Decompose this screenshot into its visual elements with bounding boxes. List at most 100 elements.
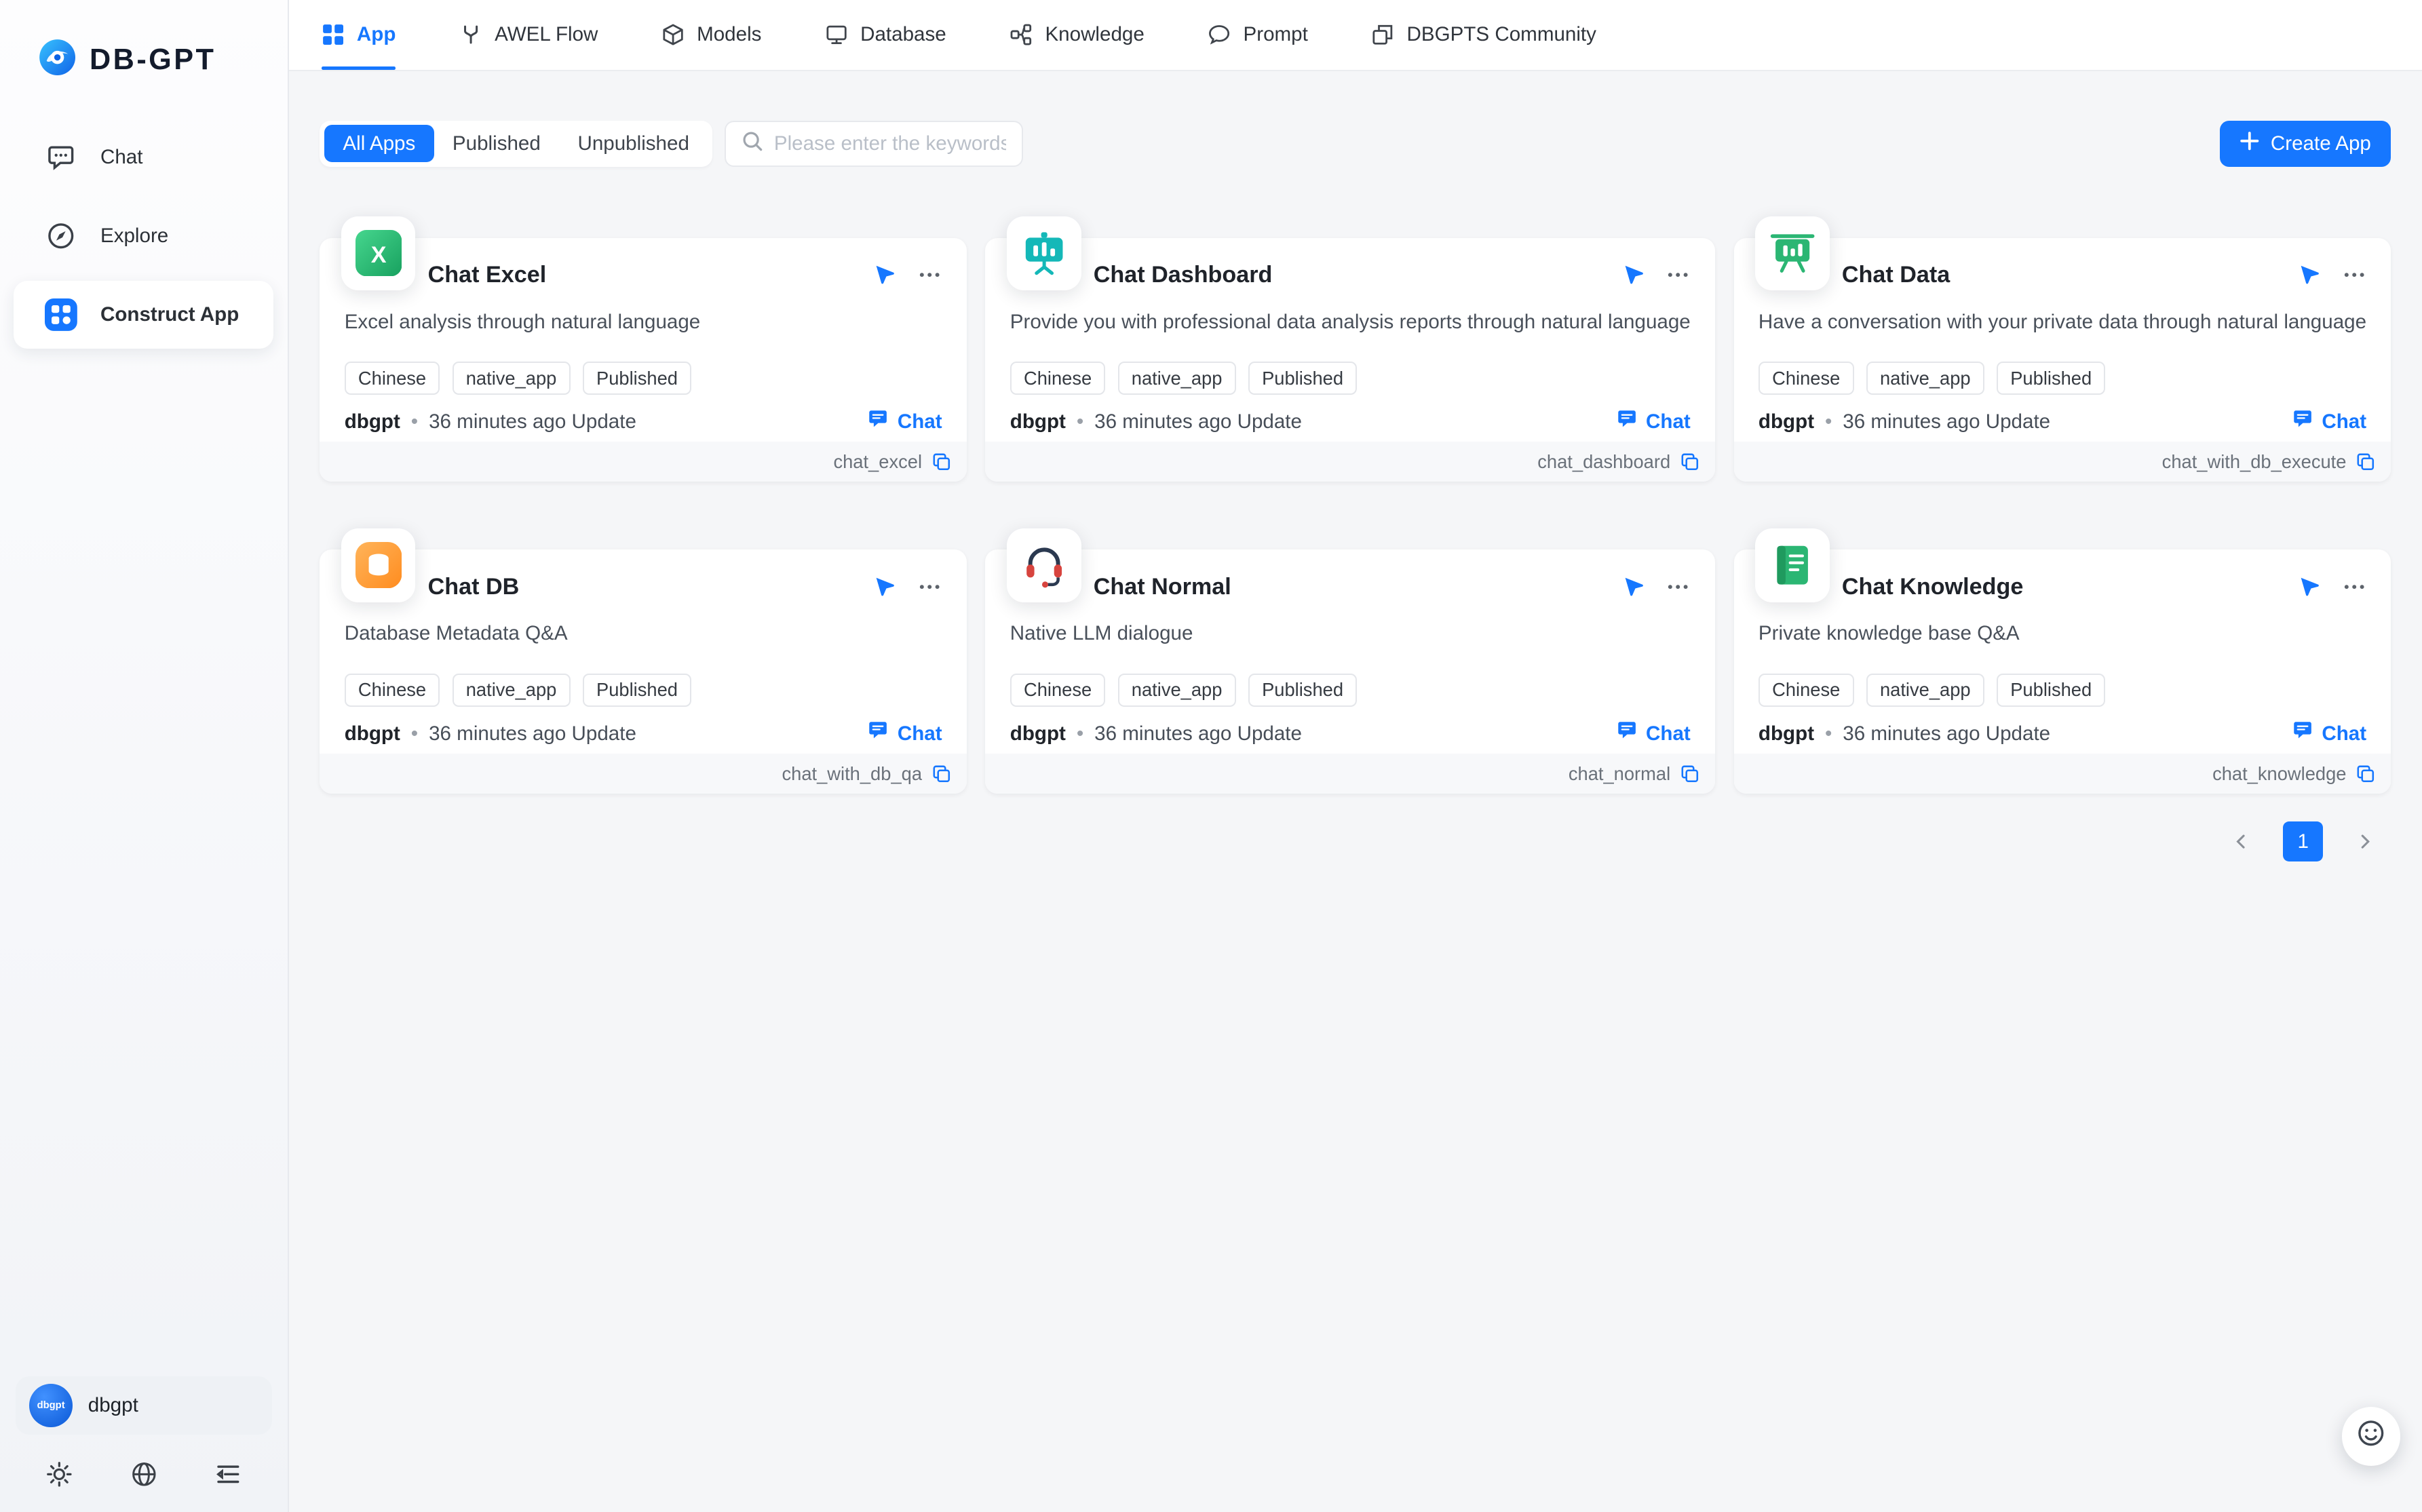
pointer-share-icon[interactable] bbox=[1623, 576, 1645, 598]
speech-bubble-icon bbox=[1208, 23, 1231, 46]
tab-models[interactable]: Models bbox=[661, 0, 762, 70]
pointer-share-icon[interactable] bbox=[2299, 576, 2320, 598]
feedback-fab[interactable] bbox=[2342, 1407, 2401, 1466]
tab-prompt[interactable]: Prompt bbox=[1208, 0, 1308, 70]
brand-name: DB-GPT bbox=[90, 43, 216, 77]
search-box bbox=[725, 121, 1022, 167]
search-input[interactable] bbox=[774, 132, 1006, 155]
more-icon[interactable] bbox=[1666, 263, 1690, 287]
sidebar-item-construct-app[interactable]: Construct App bbox=[14, 281, 273, 349]
tag-language: Chinese bbox=[1010, 674, 1106, 707]
chat-button[interactable]: Chat bbox=[1615, 719, 1691, 748]
app-updated: 36 minutes ago Update bbox=[1094, 410, 1302, 433]
meta-dot: • bbox=[411, 410, 418, 433]
app-card-chat-db[interactable]: Chat DB Database Metadata Q&A Chines bbox=[320, 549, 967, 794]
content: All Apps Published Unpublished bbox=[289, 71, 2422, 1512]
pointer-share-icon[interactable] bbox=[874, 264, 896, 286]
tag-language: Chinese bbox=[1758, 362, 1854, 395]
pagination-page-1[interactable]: 1 bbox=[2283, 821, 2323, 861]
app-owner: dbgpt bbox=[345, 410, 400, 433]
chat-button[interactable]: Chat bbox=[1615, 408, 1691, 436]
more-icon[interactable] bbox=[917, 263, 942, 287]
app-title: Chat DB bbox=[428, 574, 520, 600]
copy-icon[interactable] bbox=[2356, 764, 2376, 784]
app-tags: Chinese native_app Published bbox=[1734, 674, 2391, 707]
toolbar: All Apps Published Unpublished bbox=[320, 121, 2391, 167]
app-filter-segment: All Apps Published Unpublished bbox=[320, 121, 712, 167]
app-card-chat-excel[interactable]: X Chat Excel bbox=[320, 238, 967, 482]
copy-icon[interactable] bbox=[931, 452, 952, 472]
plus-icon bbox=[2240, 131, 2260, 157]
sidebar-menu: Chat Explore bbox=[0, 123, 288, 349]
tab-label: Database bbox=[860, 23, 946, 46]
app-card-chat-knowledge[interactable]: Chat Knowledge Private knowledge base Q&… bbox=[1734, 549, 2391, 794]
meta-dot: • bbox=[1825, 722, 1832, 745]
copy-icon[interactable] bbox=[1680, 452, 1700, 472]
app-owner: dbgpt bbox=[345, 722, 400, 745]
copy-icon[interactable] bbox=[1680, 764, 1700, 784]
app-scene-name: chat_with_db_qa bbox=[782, 763, 922, 785]
tab-dbgpts-community[interactable]: DBGPTS Community bbox=[1371, 0, 1596, 70]
app-tags: Chinese native_app Published bbox=[985, 362, 1715, 395]
app-scene-name: chat_dashboard bbox=[1537, 451, 1670, 473]
app-description: Provide you with professional data analy… bbox=[985, 311, 1715, 338]
app-title: Chat Dashboard bbox=[1094, 262, 1273, 288]
chat-button[interactable]: Chat bbox=[2291, 719, 2366, 748]
tab-app[interactable]: App bbox=[322, 0, 396, 70]
tab-knowledge[interactable]: Knowledge bbox=[1010, 0, 1145, 70]
app-card-chat-normal[interactable]: Chat Normal Native LLM dialogue Chin bbox=[985, 549, 1715, 794]
tag-language: Chinese bbox=[1010, 362, 1106, 395]
pagination-prev-button[interactable] bbox=[2221, 821, 2261, 861]
app-owner: dbgpt bbox=[1758, 722, 1814, 745]
tag-type: native_app bbox=[453, 362, 571, 395]
collapse-menu-icon[interactable] bbox=[215, 1461, 242, 1488]
app-scene-name: chat_excel bbox=[833, 451, 922, 473]
app-card-chat-data[interactable]: Chat Data Have a conversation with your … bbox=[1734, 238, 2391, 482]
app-owner: dbgpt bbox=[1010, 410, 1066, 433]
app-updated: 36 minutes ago Update bbox=[429, 722, 636, 745]
sidebar-item-label: Construct App bbox=[100, 303, 239, 326]
construct-app-icon bbox=[45, 298, 77, 331]
tab-awel-flow[interactable]: AWEL Flow bbox=[459, 0, 598, 70]
main-area: App AWEL Flow Models bbox=[289, 0, 2422, 1512]
chat-button[interactable]: Chat bbox=[2291, 408, 2366, 436]
tag-language: Chinese bbox=[1758, 674, 1854, 707]
more-icon[interactable] bbox=[1666, 575, 1690, 599]
more-icon[interactable] bbox=[2342, 263, 2366, 287]
tag-type: native_app bbox=[1866, 674, 1984, 707]
globe-icon[interactable] bbox=[131, 1461, 157, 1488]
share-nodes-icon bbox=[1010, 23, 1033, 46]
dbgpt-logo-icon bbox=[37, 37, 77, 83]
pagination-next-button[interactable] bbox=[2345, 821, 2385, 861]
filter-published[interactable]: Published bbox=[434, 125, 560, 162]
filter-all-apps[interactable]: All Apps bbox=[324, 125, 434, 162]
sidebar-item-explore[interactable]: Explore bbox=[14, 202, 273, 270]
tag-status: Published bbox=[583, 674, 691, 707]
chat-button[interactable]: Chat bbox=[866, 408, 942, 436]
pointer-share-icon[interactable] bbox=[874, 576, 896, 598]
tag-type: native_app bbox=[453, 674, 571, 707]
pointer-share-icon[interactable] bbox=[2299, 264, 2320, 286]
meta-dot: • bbox=[1825, 410, 1832, 433]
filter-unpublished[interactable]: Unpublished bbox=[559, 125, 708, 162]
svg-text:X: X bbox=[370, 242, 386, 268]
create-app-button[interactable]: Create App bbox=[2220, 121, 2391, 167]
user-profile[interactable]: dbgpt dbgpt bbox=[16, 1376, 272, 1435]
copy-icon[interactable] bbox=[931, 764, 952, 784]
sidebar-footer-icons bbox=[16, 1435, 272, 1496]
app-scene-name: chat_normal bbox=[1569, 763, 1670, 785]
pointer-share-icon[interactable] bbox=[1623, 264, 1645, 286]
more-icon[interactable] bbox=[2342, 575, 2366, 599]
tab-database[interactable]: Database bbox=[825, 0, 946, 70]
packages-icon bbox=[1371, 23, 1394, 46]
copy-icon[interactable] bbox=[2356, 452, 2376, 472]
app-card-chat-dashboard[interactable]: Chat Dashboard Provide you with professi… bbox=[985, 238, 1715, 482]
meta-dot: • bbox=[411, 722, 418, 745]
theme-sun-icon[interactable] bbox=[46, 1461, 73, 1488]
tag-language: Chinese bbox=[345, 362, 440, 395]
app-updated: 36 minutes ago Update bbox=[1843, 410, 2050, 433]
chat-button[interactable]: Chat bbox=[866, 719, 942, 748]
sidebar-item-chat[interactable]: Chat bbox=[14, 123, 273, 191]
app-tags: Chinese native_app Published bbox=[1734, 362, 2391, 395]
more-icon[interactable] bbox=[917, 575, 942, 599]
